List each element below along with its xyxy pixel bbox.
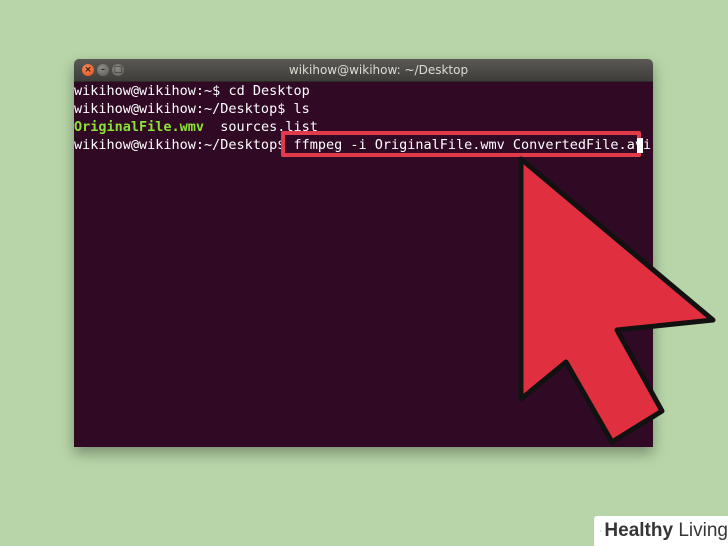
watermark-text: Healthy Living	[604, 520, 728, 541]
watermark-logo: Healthy Living	[594, 516, 728, 546]
healthy-living-logo-icon	[600, 530, 602, 532]
pointer-arrow-icon	[518, 156, 716, 445]
